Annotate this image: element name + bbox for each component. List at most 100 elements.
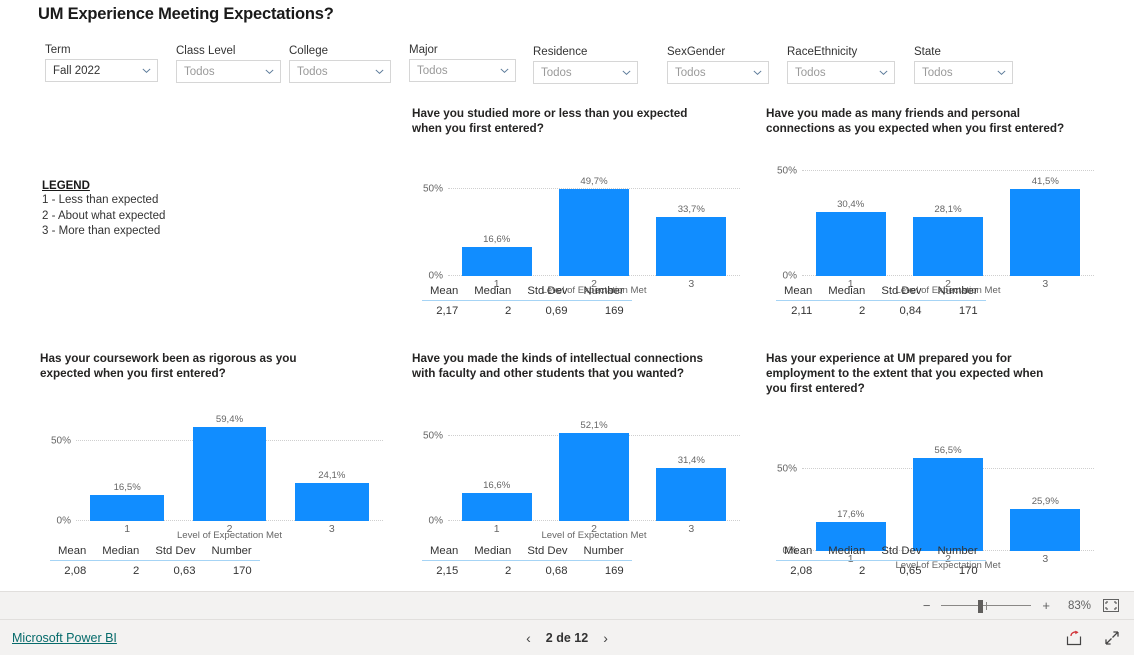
table-row: 2,08 2 0,65 170 <box>776 561 986 577</box>
stats-cell: 171 <box>958 305 978 317</box>
stats-header[interactable]: Std Dev <box>873 285 930 301</box>
stats-header[interactable]: Median <box>466 545 520 561</box>
slicer-sexgender: SexGender Todos <box>667 46 769 84</box>
chart-title: Have you studied more or less than you e… <box>412 107 688 135</box>
chevron-down-icon[interactable] <box>374 66 385 77</box>
stats-header[interactable]: Std Dev <box>519 285 576 301</box>
bar[interactable] <box>192 426 267 521</box>
fit-to-page-icon[interactable] <box>1102 598 1120 613</box>
bar-group: 59,4% 2 <box>178 413 280 535</box>
chevron-down-icon[interactable] <box>996 67 1007 78</box>
bar-value-label: 59,4% <box>215 413 244 425</box>
chart-title: Have you made the kinds of intellectual … <box>412 352 703 380</box>
chevron-down-icon[interactable] <box>141 65 152 76</box>
stats-table-friends: Mean Median Std Dev Number 2,11 2 0,84 171 <box>776 285 986 317</box>
bar-value-label: 56,5% <box>934 445 962 457</box>
zoom-slider[interactable] <box>941 599 1032 613</box>
bar[interactable] <box>558 189 630 276</box>
zoom-out-button[interactable]: − <box>923 599 931 612</box>
slicer-dropdown[interactable]: Todos <box>787 61 895 84</box>
slicer-dropdown[interactable]: Todos <box>409 59 516 82</box>
stats-header[interactable]: Number <box>929 285 986 301</box>
bar[interactable] <box>912 217 984 276</box>
chevron-left-icon[interactable]: ‹ <box>526 631 531 645</box>
stats-header[interactable]: Std Dev <box>147 545 204 561</box>
bar[interactable] <box>294 482 369 521</box>
share-icon[interactable] <box>1066 630 1082 646</box>
stats-cell: 170 <box>958 565 978 577</box>
chart-intellectual[interactable]: Have you made the kinds of intellectual … <box>412 351 742 543</box>
slicer-dropdown[interactable]: Todos <box>667 61 769 84</box>
slicer-label: Class Level <box>176 45 236 57</box>
zoom-slider-notch <box>986 601 988 610</box>
footer-actions <box>1066 630 1120 646</box>
stats-header[interactable]: Median <box>94 545 148 561</box>
slicer-major: Major Todos <box>409 44 516 82</box>
stats-header[interactable]: Mean <box>422 545 467 561</box>
chart-coursework[interactable]: Has your coursework been as rigorous as … <box>40 351 385 543</box>
stats-header[interactable]: Median <box>466 285 520 301</box>
stats-header[interactable]: Mean <box>776 545 821 561</box>
bar[interactable] <box>461 246 532 276</box>
bar[interactable] <box>815 212 886 276</box>
stats-cell: 0,65 <box>899 565 922 577</box>
stats-cell: 2,11 <box>791 305 813 317</box>
bar[interactable] <box>656 467 727 521</box>
stats-header[interactable]: Mean <box>776 285 821 301</box>
chevron-down-icon[interactable] <box>621 67 632 78</box>
bar[interactable] <box>912 458 984 551</box>
report-canvas: UM Experience Meeting Expectations? Term… <box>0 0 1134 591</box>
stats-header[interactable]: Median <box>820 285 874 301</box>
fullscreen-icon[interactable] <box>1104 630 1120 646</box>
bar[interactable] <box>90 494 164 521</box>
chevron-down-icon[interactable] <box>752 67 763 78</box>
slicer-dropdown[interactable]: Todos <box>289 60 391 83</box>
chart-title: Has your coursework been as rigorous as … <box>40 352 297 380</box>
slicer-label: RaceEthnicity <box>787 46 858 58</box>
stats-header[interactable]: Number <box>575 545 632 561</box>
slicer-dropdown[interactable]: Todos <box>533 61 638 84</box>
stats-cell: 2 <box>505 305 512 317</box>
power-bi-brand-link[interactable]: Microsoft Power BI <box>12 631 117 645</box>
bar-value-label: 52,1% <box>580 419 608 431</box>
slicer-dropdown[interactable]: Todos <box>914 61 1013 84</box>
stats-header[interactable]: Median <box>820 545 874 561</box>
chevron-down-icon[interactable] <box>878 67 889 78</box>
zoom-slider-thumb[interactable] <box>978 599 984 613</box>
bar[interactable] <box>558 432 630 521</box>
chevron-down-icon[interactable] <box>264 66 275 77</box>
stats-header[interactable]: Number <box>575 285 632 301</box>
chevron-down-icon[interactable] <box>499 65 510 76</box>
bar[interactable] <box>1010 188 1081 276</box>
plot: 0% 50% 16,6% 1 52,1% 2 31,4% 3 Level of Expectat… <box>412 416 742 543</box>
slicer-value: Todos <box>795 66 826 79</box>
stats-header[interactable]: Mean <box>422 285 467 301</box>
stats-header[interactable]: Std Dev <box>873 545 930 561</box>
chart-title: Has your experience at UM prepared you f… <box>766 352 1044 395</box>
y-axis-tick: 0% <box>428 515 443 527</box>
slicer-value: Todos <box>922 66 953 79</box>
chart-studied[interactable]: Have you studied more or less than you e… <box>412 106 742 298</box>
plot-area: 0% 50% 16,6% 1 49,7% 2 33,7% 3 <box>423 171 740 290</box>
chart-employment[interactable]: Has your experience at UM prepared you f… <box>766 351 1096 573</box>
bar[interactable] <box>1010 508 1081 551</box>
bar-value-label: 16,6% <box>483 233 511 245</box>
slicer-value: Todos <box>675 66 706 79</box>
bar[interactable] <box>461 492 532 521</box>
bar-group: 31,4% 3 <box>643 416 740 535</box>
stats-header[interactable]: Number <box>929 545 986 561</box>
stats-header[interactable]: Std Dev <box>519 545 576 561</box>
zoom-in-button[interactable]: + <box>1042 599 1050 612</box>
bar-value-label: 17,6% <box>837 509 865 521</box>
table-row: 2,11 2 0,84 171 <box>776 301 986 317</box>
stats-header[interactable]: Number <box>203 545 260 561</box>
stats-table-studied: Mean Median Std Dev Number 2,17 2 0,69 169 <box>422 285 632 317</box>
stats-table: Mean Median Std Dev Number 2,15 2 0,68 169 <box>422 545 632 577</box>
chart-friends[interactable]: Have you made as many friends and person… <box>766 106 1096 298</box>
slicer-college: College Todos <box>289 45 391 83</box>
bar[interactable] <box>656 217 727 276</box>
stats-header[interactable]: Mean <box>50 545 95 561</box>
chevron-right-icon[interactable]: › <box>603 631 608 645</box>
slicer-dropdown[interactable]: Todos <box>176 60 281 83</box>
slicer-dropdown[interactable]: Fall 2022 <box>45 59 158 82</box>
